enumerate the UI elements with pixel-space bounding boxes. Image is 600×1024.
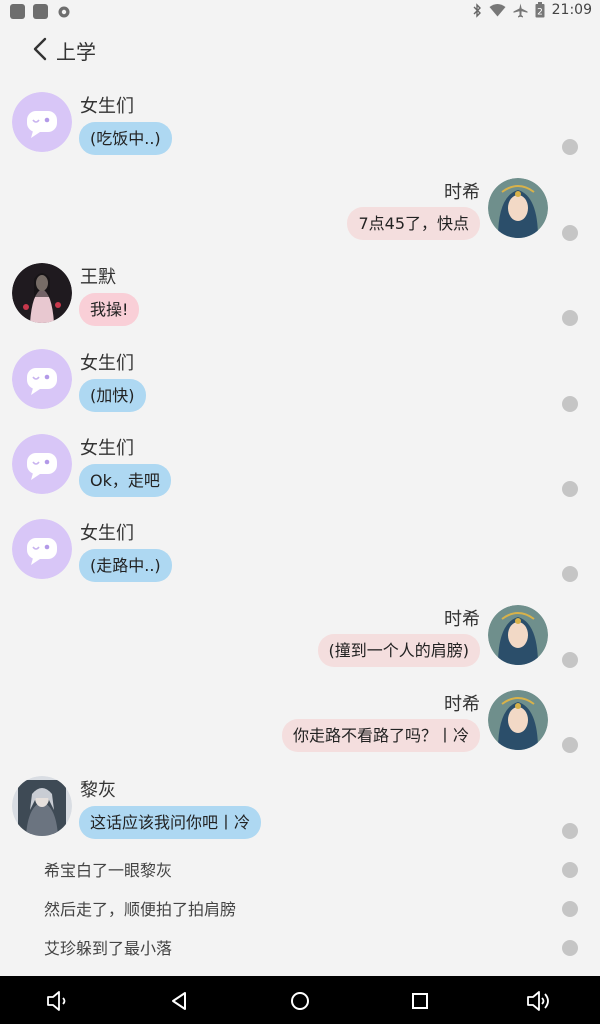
status-dot <box>562 652 578 668</box>
status-dot <box>562 940 578 956</box>
narration-line: 艾珍躲到了最小落 <box>44 939 173 958</box>
message-bubble[interactable]: (加快) <box>79 379 146 412</box>
status-dot <box>562 566 578 582</box>
group-avatar[interactable] <box>12 92 72 152</box>
user-avatar[interactable] <box>12 776 72 836</box>
message-bubble[interactable]: 7点45了，快点 <box>347 207 480 240</box>
status-dot <box>562 310 578 326</box>
recents-square-icon[interactable] <box>407 988 433 1014</box>
sender-name: 时希 <box>444 609 480 630</box>
status-dot <box>562 862 578 878</box>
status-dot <box>562 139 578 155</box>
message-bubble[interactable]: (走路中..) <box>79 549 172 582</box>
status-dot <box>562 481 578 497</box>
message-bubble[interactable]: 这话应该我问你吧丨冷 <box>79 806 262 839</box>
group-avatar[interactable] <box>12 519 72 579</box>
message-bubble[interactable]: 你走路不看路了吗？丨冷 <box>281 719 480 752</box>
user-avatar[interactable] <box>488 690 548 750</box>
message-bubble[interactable]: (吃饭中..) <box>79 122 172 155</box>
status-dot <box>562 823 578 839</box>
status-dot <box>562 225 578 241</box>
status-dot <box>562 901 578 917</box>
volume-down-icon[interactable] <box>45 988 71 1014</box>
sender-name: 女生们 <box>80 353 134 374</box>
sender-name: 时希 <box>444 694 480 715</box>
message-bubble[interactable]: 我操! <box>79 293 140 326</box>
volume-up-icon[interactable] <box>526 988 552 1014</box>
narration-line: 然后走了，顺便拍了拍肩膀 <box>44 900 237 919</box>
chat-list: 女生们 (吃饭中..) 时希 7点45了，快点 王默 我操! 女生们 (加快) … <box>0 0 600 976</box>
sender-name: 王默 <box>80 267 116 288</box>
user-avatar[interactable] <box>488 178 548 238</box>
home-circle-icon[interactable] <box>287 988 313 1014</box>
back-triangle-icon[interactable] <box>167 988 193 1014</box>
status-dot <box>562 737 578 753</box>
narration-line: 希宝白了一眼黎灰 <box>44 861 173 880</box>
user-avatar[interactable] <box>488 605 548 665</box>
group-avatar[interactable] <box>12 349 72 409</box>
sender-name: 女生们 <box>80 438 134 459</box>
navigation-bar <box>0 976 600 1024</box>
sender-name: 女生们 <box>80 523 134 544</box>
group-avatar[interactable] <box>12 434 72 494</box>
message-bubble[interactable]: (撞到一个人的肩膀) <box>317 634 480 667</box>
sender-name: 女生们 <box>80 96 134 117</box>
user-avatar[interactable] <box>12 263 72 323</box>
message-bubble[interactable]: Ok，走吧 <box>79 464 171 497</box>
sender-name: 黎灰 <box>80 780 116 801</box>
sender-name: 时希 <box>444 182 480 203</box>
status-dot <box>562 396 578 412</box>
